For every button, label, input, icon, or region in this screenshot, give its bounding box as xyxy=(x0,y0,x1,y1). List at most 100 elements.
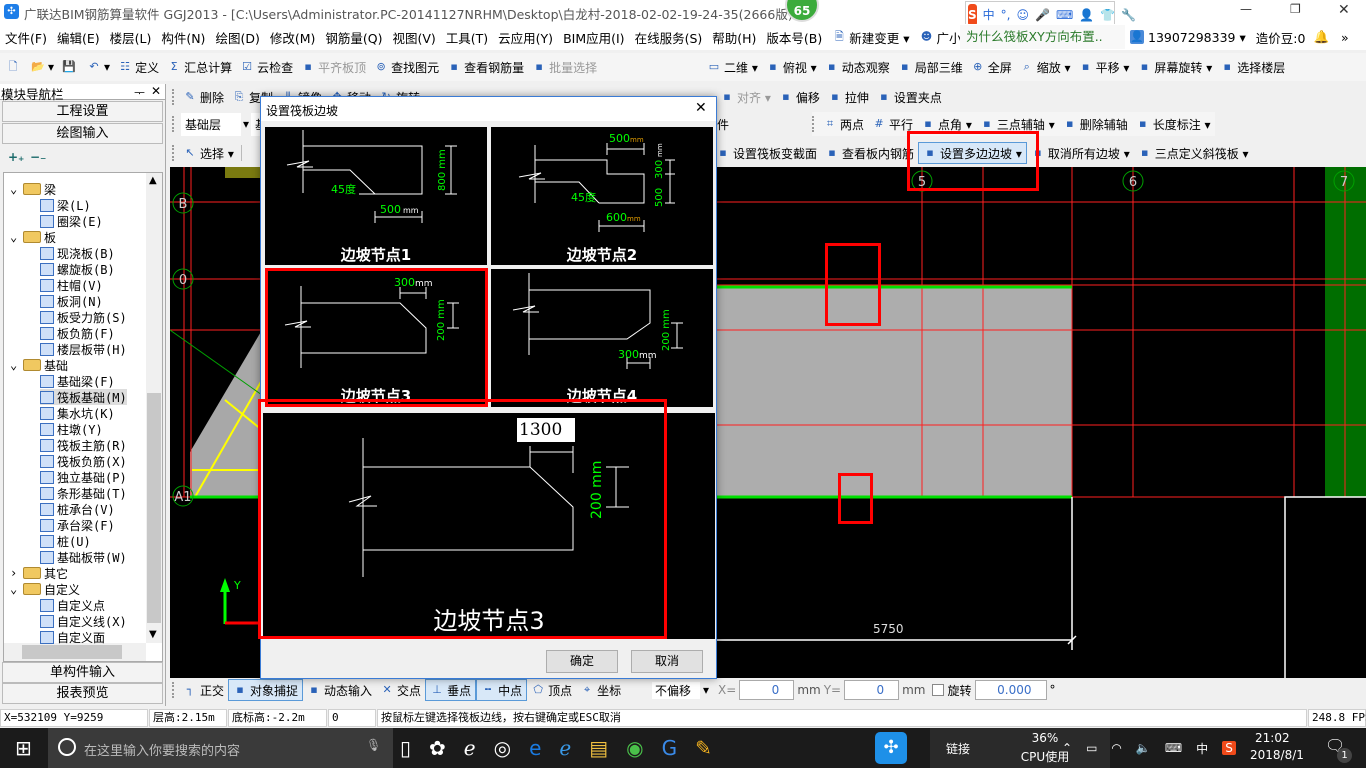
snap-button[interactable]: ⬠ 顶点 xyxy=(527,679,576,701)
toolbar-button[interactable]: 🗋 xyxy=(2,53,27,81)
toolbar-button[interactable]: ▪ 查看钢筋量 xyxy=(443,53,528,81)
slope-node-4[interactable]: 300 mm 200 mm 边坡节点4 xyxy=(491,269,713,407)
windows-start-icon[interactable]: ⊞ xyxy=(15,736,32,760)
volume-icon[interactable]: 🔈 xyxy=(1136,741,1151,755)
tree-item[interactable]: 自定义点 xyxy=(40,597,105,613)
ime-tool-icon[interactable]: °, xyxy=(1001,8,1011,22)
scrollbar-thumb[interactable] xyxy=(147,393,161,623)
snap-button[interactable]: ▪ 动态输入 xyxy=(303,679,376,701)
tree-item[interactable]: 螺旋板(B) xyxy=(40,261,115,277)
close-panel-icon[interactable]: ✕ xyxy=(151,84,161,98)
chevron-down-icon[interactable]: ▾ xyxy=(703,683,709,697)
tree-item[interactable]: 板洞(N) xyxy=(40,293,103,309)
toolbar-button[interactable]: ↶ ▾ xyxy=(83,53,114,81)
close-window-button[interactable]: ✕ xyxy=(1338,2,1350,18)
rotate-input[interactable]: 0.000 xyxy=(974,680,1047,700)
tree-item[interactable]: 条形基础(T) xyxy=(40,485,127,501)
edit-button[interactable]: ▪ 偏移 xyxy=(775,86,824,108)
show-hidden-icons[interactable]: ⌃ xyxy=(1062,741,1072,755)
toolbar-button[interactable]: 💾 xyxy=(58,53,83,81)
cancel-button[interactable]: 取消 xyxy=(631,650,703,673)
ie-icon[interactable]: ℯ xyxy=(464,736,476,760)
tree-item[interactable]: 板受力筋(S) xyxy=(40,309,127,325)
vertical-scrollbar[interactable]: ▲ ▼ xyxy=(146,173,162,643)
search-box[interactable]: 在这里输入你要搜索的内容 🎙 xyxy=(48,728,393,768)
menu-item-button[interactable]: 工具(T) xyxy=(441,24,493,50)
ime-tool-icon[interactable]: 🔧 xyxy=(1121,8,1136,22)
menu-item-button[interactable]: 构件(N) xyxy=(156,24,210,50)
menu-item-button[interactable]: 编辑(E) xyxy=(52,24,105,50)
project-settings-button[interactable]: 工程设置 xyxy=(2,101,163,122)
report-preview-button[interactable]: 报表预览 xyxy=(2,683,163,704)
edit-button[interactable]: ▪ 设置夹点 xyxy=(873,86,946,108)
view-toolbar-button[interactable]: ▪ 俯视 ▾ xyxy=(762,53,821,81)
tree-item[interactable]: 自定义面 xyxy=(40,629,105,645)
account-dropdown[interactable]: 13907298339 xyxy=(1148,30,1235,45)
menu-item-button[interactable]: 绘图(D) xyxy=(210,24,264,50)
tree-item[interactable]: 筏板负筋(X) xyxy=(40,453,127,469)
toolbar-button[interactable]: ▪ 平齐板顶 xyxy=(297,53,370,81)
tree-item[interactable]: 板负筋(F) xyxy=(40,325,115,341)
collapse-all-icon[interactable]: −₋ xyxy=(30,150,46,164)
view-toolbar-button[interactable]: ▪ 平移 ▾ xyxy=(1075,53,1134,81)
toolbar-button[interactable]: ▪ 批量选择 xyxy=(528,53,601,81)
y-input[interactable]: 0 xyxy=(844,680,900,700)
rotate-checkbox[interactable] xyxy=(932,684,945,696)
expand-all-icon[interactable]: +₊ xyxy=(8,150,24,164)
clock-time[interactable]: 21:02 xyxy=(1255,731,1290,745)
menu-item-button[interactable]: 在线服务(S) xyxy=(630,24,708,50)
tree-item[interactable]: 独立基础(P) xyxy=(40,469,127,485)
file-explorer-icon[interactable]: ▤ xyxy=(589,736,608,760)
tree-item[interactable]: 基础梁(F) xyxy=(40,373,115,389)
tree-item[interactable]: 承台梁(F) xyxy=(40,517,115,533)
view-toolbar-button[interactable]: ▭ 二维 ▾ xyxy=(703,53,762,81)
slope-node-2[interactable]: 500 mm 300 500 mm 45度 600 mm 边坡节点2 xyxy=(491,127,713,265)
view-toolbar-button[interactable]: ▪ 选择楼层 xyxy=(1216,53,1289,81)
fan-app-icon[interactable]: ✿ xyxy=(429,736,446,760)
tree-folder[interactable]: › 其它 xyxy=(10,565,68,581)
axis-button[interactable]: ▪ 删除辅轴 xyxy=(1059,112,1132,136)
sogou-tray-icon[interactable]: S xyxy=(1222,741,1236,755)
ime-tool-icon[interactable]: 👕 xyxy=(1100,8,1115,22)
floor-select[interactable]: 基础层 xyxy=(181,112,241,136)
tree-item[interactable]: 楼层板带(H) xyxy=(40,341,127,357)
collapse-arrow-icon[interactable]: ⌄ xyxy=(10,582,20,596)
dialog-close-button[interactable]: ✕ xyxy=(695,100,707,116)
tree-folder[interactable]: ⌄ 自定义 xyxy=(10,581,80,597)
menu-item-button[interactable]: 文件(F) xyxy=(0,24,52,50)
menu-item-button[interactable]: BIM应用(I) xyxy=(558,24,630,50)
toolbar-button[interactable]: 📂 ▾ xyxy=(27,53,58,81)
view-toolbar-button[interactable]: ▪ 动态观察 xyxy=(821,53,894,81)
raft-button[interactable]: ▪ 取消所有边坡 ▾ xyxy=(1027,142,1134,164)
toolbar-button[interactable]: ☷ 定义 xyxy=(114,53,163,81)
menu-item-button[interactable]: 云应用(Y) xyxy=(493,24,558,50)
tree-item[interactable]: 基础板带(W) xyxy=(40,549,127,565)
tree-item[interactable]: 筏板主筋(R) xyxy=(40,437,127,453)
more-icon[interactable]: » xyxy=(1341,30,1349,45)
chevron-down-icon[interactable]: ▾ xyxy=(243,117,249,131)
tree-item[interactable]: 圈梁(E) xyxy=(40,213,103,229)
bell-icon[interactable]: 🔔 xyxy=(1313,29,1329,45)
edge-icon[interactable]: e xyxy=(529,736,541,760)
menu-item-button[interactable]: 楼层(L) xyxy=(105,24,157,50)
toolbar-button[interactable]: ⊚ 查找图元 xyxy=(370,53,443,81)
raft-button[interactable]: ▪ 设置筏板变截面 xyxy=(712,142,821,164)
edit-button[interactable]: ▪ 对齐 ▾ xyxy=(716,86,775,108)
help-question-link[interactable]: 为什么筏板XY方向布置.. xyxy=(960,25,1125,49)
toolbar-button[interactable]: Σ 汇总计算 xyxy=(163,53,236,81)
single-component-input-button[interactable]: 单构件输入 xyxy=(2,662,163,683)
view-toolbar-button[interactable]: ▪ 屏幕旋转 ▾ xyxy=(1133,53,1216,81)
browser-360-icon[interactable]: ◉ xyxy=(626,736,643,760)
horizontal-scrollbar[interactable] xyxy=(4,643,146,661)
tree-item[interactable]: 桩承台(V) xyxy=(40,501,115,517)
power-icon[interactable]: ▭ xyxy=(1086,741,1097,755)
view-toolbar-button[interactable]: ⌕ 缩放 ▾ xyxy=(1016,53,1075,81)
clock-date[interactable]: 2018/8/1 xyxy=(1250,748,1304,762)
restore-button[interactable]: ❐ xyxy=(1290,2,1301,16)
menu-item-button[interactable]: 钢筋量(Q) xyxy=(320,24,387,50)
h-scrollbar-thumb[interactable] xyxy=(22,645,122,659)
glodon-app-icon[interactable]: ✣ xyxy=(875,732,907,764)
app-icon-notify[interactable]: ◎ xyxy=(494,736,511,760)
slope-node-1[interactable]: 45度 500 mm 800 mm 边坡节点1 xyxy=(265,127,487,265)
edit-button[interactable]: ✎ 删除 xyxy=(179,86,228,108)
